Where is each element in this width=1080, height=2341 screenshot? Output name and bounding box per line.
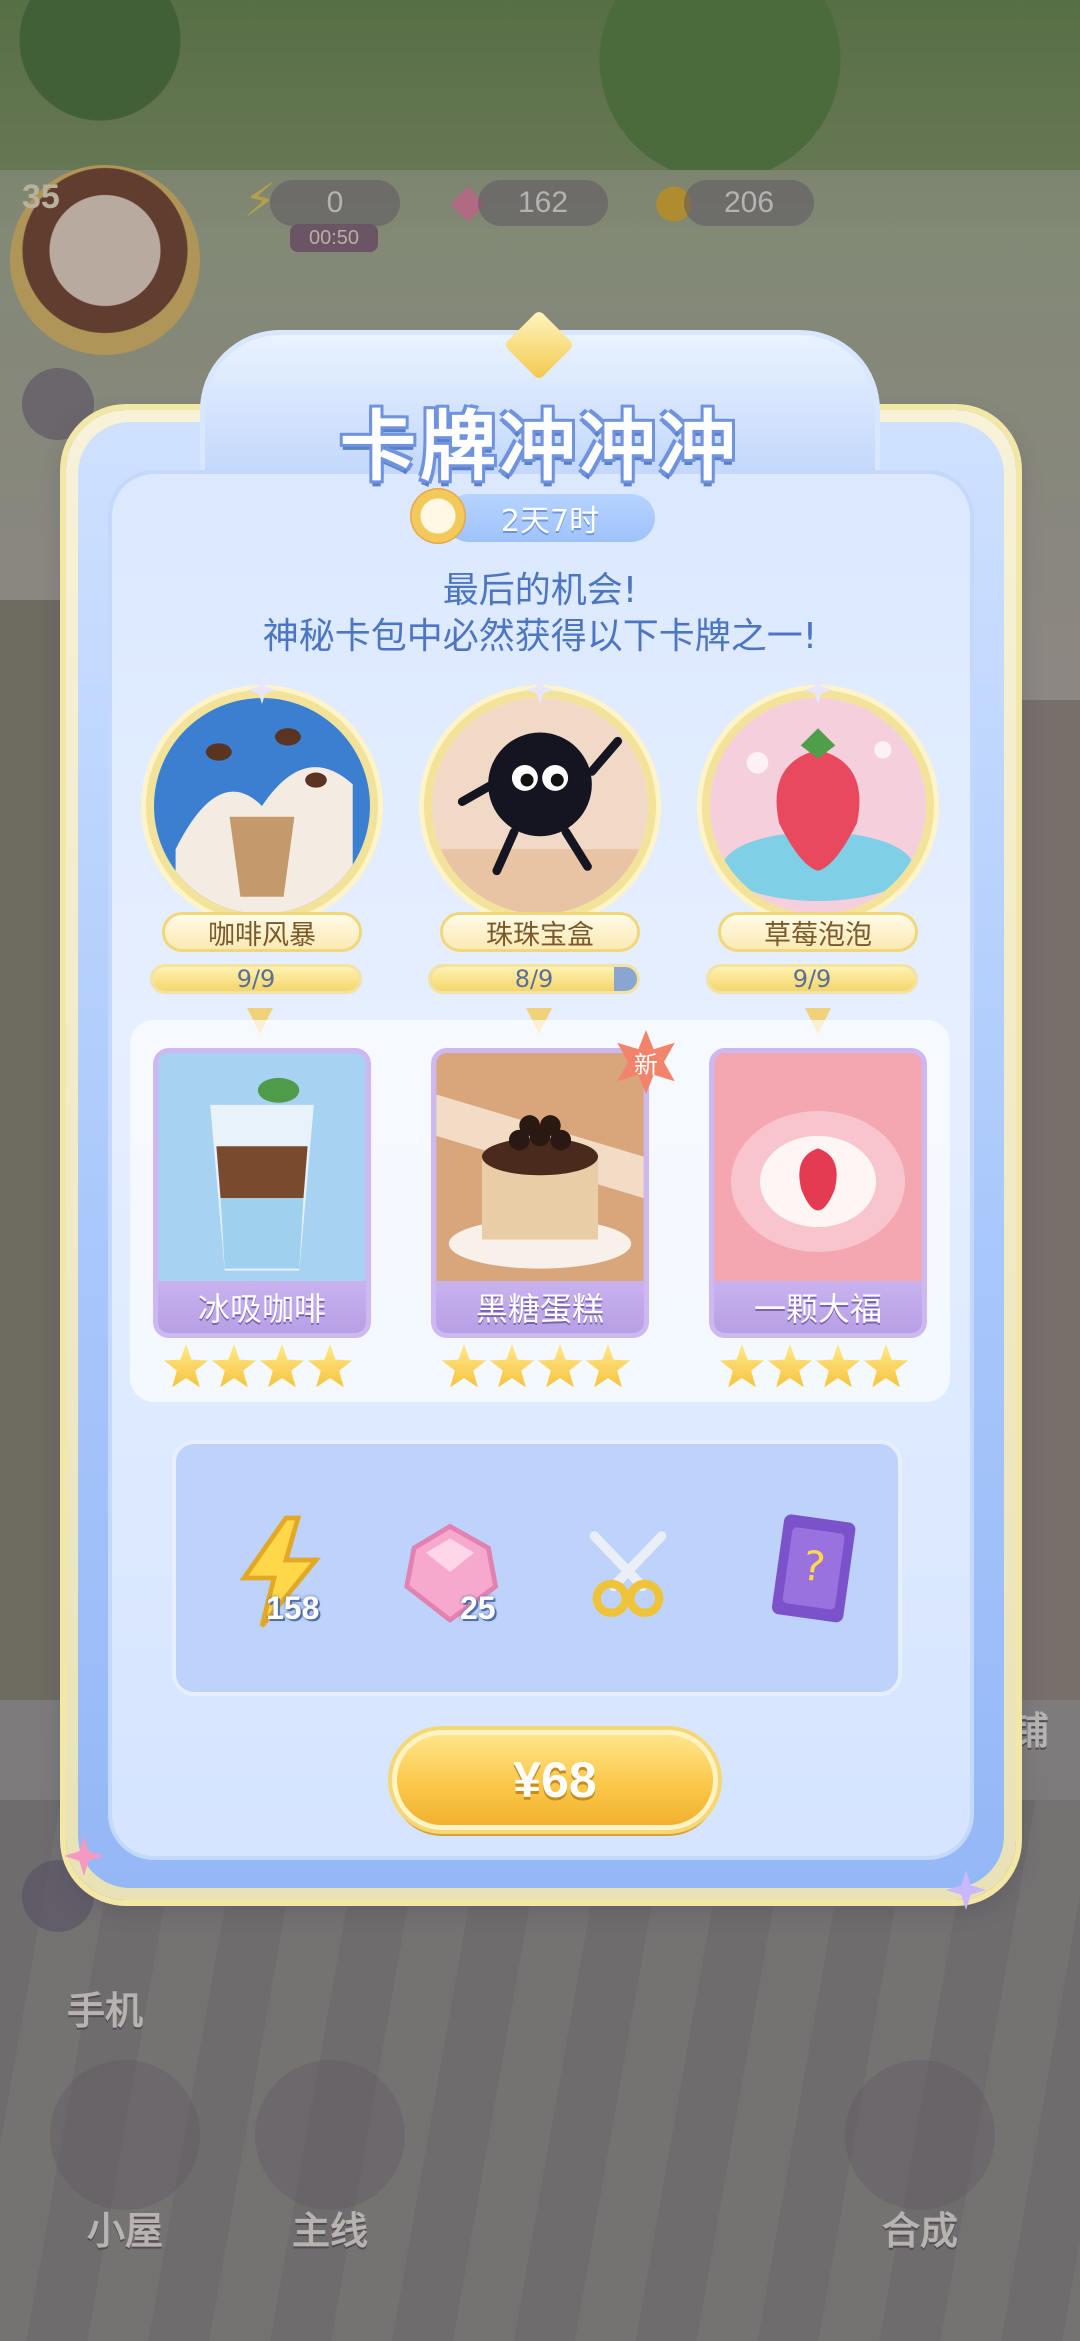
- star-icon: [163, 1344, 209, 1388]
- pack-progress-text: 9/9: [236, 965, 276, 993]
- star-icon: [767, 1344, 813, 1388]
- star-icon: [211, 1344, 257, 1388]
- pack-name: 珠珠宝盒: [440, 912, 640, 952]
- star-icon: [307, 1344, 353, 1388]
- pack-name: 草莓泡泡: [718, 912, 918, 952]
- card-iced-coffee[interactable]: 冰吸咖啡: [153, 1048, 371, 1338]
- event-timer: 2天7时: [445, 494, 655, 542]
- daifuku-image: [714, 1053, 922, 1281]
- energy-reward-count: 158: [266, 1590, 320, 1626]
- card-stars: [719, 1344, 909, 1392]
- star-icon: [815, 1344, 861, 1388]
- star-icon: [489, 1344, 535, 1388]
- star-icon: [585, 1344, 631, 1388]
- card-name: 黑糖蛋糕: [436, 1281, 644, 1333]
- popup-title: 卡牌冲冲冲: [340, 402, 740, 491]
- gem-reward-count: 25: [460, 1590, 496, 1626]
- pack-progress-text: 9/9: [792, 965, 832, 993]
- star-icon: [441, 1344, 487, 1388]
- card-brown-sugar-cake[interactable]: 黑糖蛋糕: [431, 1048, 649, 1338]
- scissors-icon: [568, 1512, 688, 1632]
- star-icon: [719, 1344, 765, 1388]
- mystery-card-pack-icon: ?: [754, 1506, 874, 1626]
- buy-button[interactable]: ¥68: [392, 1730, 718, 1830]
- pack-progress-text: 8/9: [514, 965, 554, 993]
- star-icon: [537, 1344, 583, 1388]
- brown-sugar-cake-image: [436, 1053, 644, 1281]
- alarm-clock-icon: [410, 488, 466, 544]
- strawberry-bubble-icon: [702, 690, 934, 922]
- pearl-box-icon: [424, 690, 656, 922]
- pack-name: 咖啡风暴: [162, 912, 362, 952]
- subtitle-line-2: 神秘卡包中必然获得以下卡牌之一!: [262, 616, 818, 657]
- card-stars: [441, 1344, 631, 1392]
- star-icon: [259, 1344, 305, 1388]
- coffee-storm-icon: [146, 690, 378, 922]
- card-name: 一颗大福: [714, 1281, 922, 1333]
- subtitle-line-1: 最后的机会!: [442, 570, 638, 611]
- star-icon: [863, 1344, 909, 1388]
- card-stars: [163, 1344, 353, 1392]
- iced-coffee-image: [158, 1053, 366, 1281]
- card-name: 冰吸咖啡: [158, 1281, 366, 1333]
- card-daifuku[interactable]: 一颗大福: [709, 1048, 927, 1338]
